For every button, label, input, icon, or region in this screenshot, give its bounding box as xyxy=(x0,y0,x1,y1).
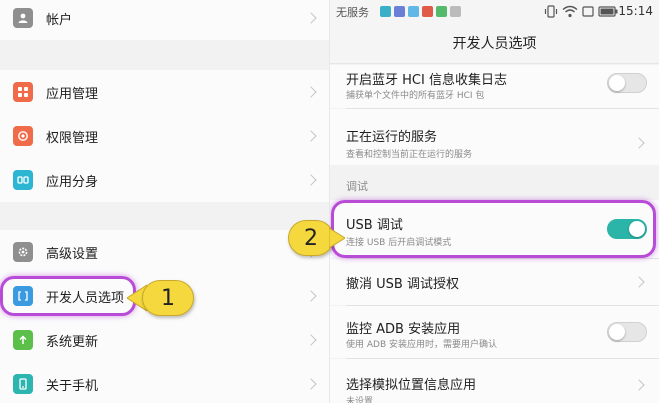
app-twin-icon xyxy=(13,170,33,190)
setting-title: 正在运行的服务 xyxy=(346,130,438,145)
system-update-icon xyxy=(13,330,33,350)
settings-item-system-update[interactable]: 系统更新 xyxy=(0,318,329,362)
setting-subtitle: 未设置 xyxy=(346,397,374,403)
sim-icon xyxy=(582,6,594,17)
setting-revoke-usb-auth[interactable]: 撤消 USB 调试授权 xyxy=(330,259,659,305)
setting-title: 选择模拟位置信息应用 xyxy=(346,378,477,393)
app-manage-icon xyxy=(13,82,33,102)
setting-subtitle: 连接 USB 后开启调试模式 xyxy=(346,238,452,248)
chevron-right-icon xyxy=(305,334,317,346)
notification-icon xyxy=(380,6,391,17)
setting-running-services[interactable]: 正在运行的服务 查看和控制当前正在运行的服务 xyxy=(330,109,659,165)
settings-item-label: 开发人员选项 xyxy=(46,290,125,306)
settings-item-about-phone[interactable]: 关于手机 xyxy=(0,362,329,403)
setting-mock-location-app[interactable]: 选择模拟位置信息应用 未设置 xyxy=(330,359,659,403)
step-1-callout: 1 xyxy=(142,280,194,316)
settings-item-label: 帐户 xyxy=(46,12,73,28)
usb-debugging-toggle[interactable] xyxy=(607,219,647,239)
battery-icon xyxy=(598,6,618,17)
chevron-right-icon xyxy=(633,276,645,288)
clock: 15:14 xyxy=(618,4,653,18)
section-label-debugging: 调试 xyxy=(346,180,368,193)
settings-item-account[interactable]: 帐户 xyxy=(0,0,329,40)
toggle-knob xyxy=(609,75,625,91)
gear-icon xyxy=(13,242,33,262)
setting-title: 开启蓝牙 HCI 信息收集日志 xyxy=(346,73,507,88)
wifi-icon xyxy=(562,5,578,18)
notification-icon xyxy=(436,6,447,17)
settings-item-permission[interactable]: 权限管理 xyxy=(0,114,329,158)
adb-install-toggle[interactable] xyxy=(607,322,647,342)
setting-title: 监控 ADB 安装应用 xyxy=(346,322,461,337)
chevron-right-icon xyxy=(305,12,317,24)
carrier-text: 无服务 xyxy=(336,6,369,19)
notification-icon xyxy=(394,6,405,17)
chevron-right-icon xyxy=(305,290,317,302)
settings-item-app-twin[interactable]: 应用分身 xyxy=(0,158,329,202)
step-2-callout: 2 xyxy=(288,220,334,256)
settings-item-label: 应用管理 xyxy=(46,86,99,102)
developer-options-screen: 无服务 15:14 开发人员选项 开启蓝牙 HCI 信息收集日志 捕获单个文件中… xyxy=(330,0,659,403)
notification-icon xyxy=(408,6,419,17)
notification-icon xyxy=(450,6,461,17)
callout-pointer xyxy=(329,227,345,249)
toggle-knob xyxy=(609,324,625,340)
toggle-knob xyxy=(629,221,645,237)
setting-subtitle: 使用 ADB 安装应用时，需要用户确认 xyxy=(346,340,497,350)
settings-item-app-manage[interactable]: 应用管理 xyxy=(0,70,329,114)
setting-bluetooth-hci-log[interactable]: 开启蓝牙 HCI 信息收集日志 捕获单个文件中的所有蓝牙 HCI 包 xyxy=(330,65,659,108)
settings-list-panel: 帐户 应用管理 权限管理 应用分身 高级设置 开发人员选项 系统更新 关于手机 … xyxy=(0,0,329,403)
chevron-right-icon xyxy=(305,378,317,390)
chevron-right-icon xyxy=(305,86,317,98)
developer-icon xyxy=(13,286,33,306)
chevron-right-icon xyxy=(305,174,317,186)
setting-title: USB 调试 xyxy=(346,218,403,233)
setting-title: 撤消 USB 调试授权 xyxy=(346,277,459,292)
status-bar: 无服务 15:14 xyxy=(330,0,659,24)
vibrate-icon xyxy=(544,5,558,18)
account-icon xyxy=(13,8,33,28)
settings-item-label: 系统更新 xyxy=(46,334,99,350)
permission-icon xyxy=(13,126,33,146)
setting-subtitle: 捕获单个文件中的所有蓝牙 HCI 包 xyxy=(346,91,485,101)
setting-usb-debugging[interactable]: USB 调试 连接 USB 后开启调试模式 xyxy=(330,200,659,258)
chevron-right-icon xyxy=(633,379,645,391)
chevron-right-icon xyxy=(633,137,645,149)
settings-item-label: 关于手机 xyxy=(46,378,99,394)
chevron-right-icon xyxy=(305,130,317,142)
settings-item-label: 应用分身 xyxy=(46,174,99,190)
bluetooth-hci-toggle[interactable] xyxy=(607,73,647,93)
notification-icon xyxy=(422,6,433,17)
setting-adb-install-monitor[interactable]: 监控 ADB 安装应用 使用 ADB 安装应用时，需要用户确认 xyxy=(330,306,659,358)
settings-item-advanced[interactable]: 高级设置 xyxy=(0,230,329,274)
settings-item-label: 权限管理 xyxy=(46,130,99,146)
about-phone-icon xyxy=(13,374,33,394)
settings-item-label: 高级设置 xyxy=(46,246,99,262)
page-title: 开发人员选项 xyxy=(330,24,659,64)
setting-subtitle: 查看和控制当前正在运行的服务 xyxy=(346,150,473,160)
